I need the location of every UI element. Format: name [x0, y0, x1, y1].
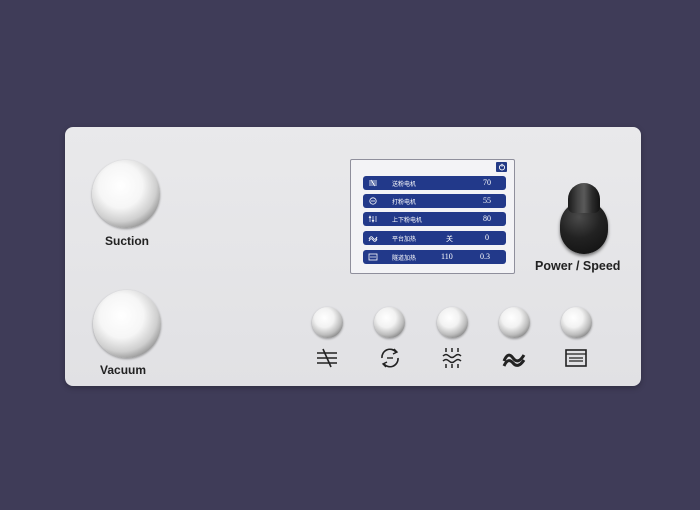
- power-speed-label: Power / Speed: [535, 259, 621, 273]
- platform-heat-icon: [368, 236, 378, 242]
- powder-feed-icon: [317, 348, 337, 368]
- vacuum-label: Vacuum: [100, 363, 147, 377]
- row-value-temp: 110: [441, 252, 453, 261]
- row-value: 0: [485, 233, 489, 242]
- powder-feed-knob[interactable]: [312, 307, 343, 338]
- power-icon[interactable]: [496, 162, 507, 172]
- tunnel-oven-icon: [565, 349, 587, 367]
- row-value: 55: [483, 196, 491, 205]
- power-speed-knob[interactable]: [560, 183, 608, 254]
- powder-feed-icon: [369, 179, 377, 187]
- suction-label: Suction: [105, 234, 149, 248]
- powder-beat-icon: [369, 197, 377, 205]
- screen-row-tunnel-heat[interactable]: 隧道加热 110 0.3: [363, 250, 506, 264]
- rotate-cycle-icon: [381, 348, 399, 368]
- row-label: 平台加热: [392, 236, 417, 243]
- row-label: 送粉电机: [392, 181, 417, 188]
- suction-knob[interactable]: [92, 160, 160, 228]
- row-value-status: 关: [446, 235, 453, 243]
- vacuum-knob[interactable]: [93, 290, 161, 358]
- row-label: 隧道加热: [392, 255, 417, 262]
- platform-heat-knob[interactable]: [499, 307, 530, 338]
- platform-heat-icon: [502, 353, 526, 367]
- screen-row-powder-beat[interactable]: 打粉电机 55: [363, 194, 506, 208]
- powder-beat-knob[interactable]: [374, 307, 405, 338]
- row-value: 80: [483, 214, 491, 223]
- up-down-knob[interactable]: [437, 307, 468, 338]
- row-value: 0.3: [480, 252, 490, 261]
- row-label: 打粉电机: [392, 199, 417, 206]
- tunnel-heat-knob[interactable]: [561, 307, 592, 338]
- up-down-heat-icon: [442, 348, 462, 368]
- screen-row-up-down[interactable]: 上下粉电机 80: [363, 212, 506, 226]
- row-label: 上下粉电机: [392, 217, 423, 224]
- up-down-icon: [368, 215, 377, 223]
- tunnel-heat-icon: [368, 253, 378, 261]
- screen-row-platform-heat[interactable]: 平台加热 关 0: [363, 231, 506, 245]
- screen-row-powder-feed[interactable]: 送粉电机 70: [363, 176, 506, 190]
- row-value: 70: [483, 178, 491, 187]
